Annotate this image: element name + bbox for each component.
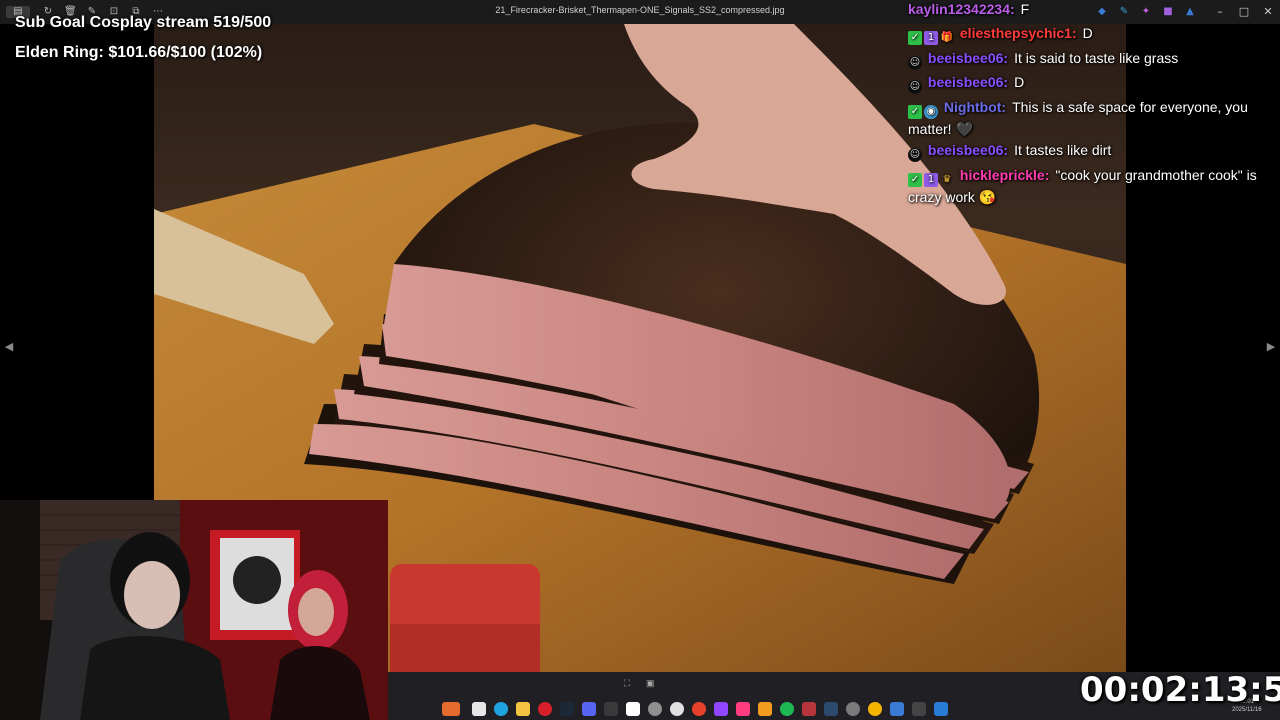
chat-message: ☺ beeisbee06: D [908, 72, 1268, 94]
chat-username: eliesthepsychic1: [959, 25, 1077, 41]
chat-text: D [1014, 74, 1025, 90]
file-icon[interactable] [472, 702, 486, 716]
settings-icon[interactable] [846, 702, 860, 716]
chat-message: ✓ 1 ♛ hickleprickle: "cook your grandmother… [908, 165, 1268, 208]
folder-icon[interactable] [516, 702, 530, 716]
avatar-badge-icon: ☺ [908, 80, 922, 94]
app-icon[interactable] [604, 702, 618, 716]
opera-icon[interactable] [538, 702, 552, 716]
chat-text: It tastes like dirt [1014, 142, 1112, 158]
steam-alt-icon[interactable] [824, 702, 838, 716]
fit-screen-icon[interactable]: ⛶ [624, 678, 634, 688]
record-icon[interactable] [692, 702, 706, 716]
subscriber-badge-icon: 1 [924, 173, 938, 187]
vip-badge-icon: ✓ [908, 31, 922, 45]
discord-icon[interactable] [582, 702, 596, 716]
gift-badge-icon: 🎁 [940, 32, 954, 43]
chat-message: kaylin12342234: F [908, 0, 1268, 20]
sub-goal-text: Sub Goal Cosplay stream 519/500 [15, 14, 272, 31]
chrome-icon[interactable] [868, 702, 882, 716]
bot-badge-icon: ◉ [924, 105, 938, 119]
chat-username: Nightbot: [943, 99, 1007, 115]
clock-icon[interactable] [670, 702, 684, 716]
slideshow-icon[interactable]: ▣ [646, 678, 656, 688]
app3-icon[interactable] [934, 702, 948, 716]
edge-icon[interactable] [494, 702, 508, 716]
vip-badge-icon: ✓ [908, 173, 922, 187]
chat-username: kaylin12342234: [908, 1, 1015, 17]
chat-message: ✓ ◉ Nightbot: This is a safe space for eve… [908, 97, 1268, 140]
crown-badge-icon: ♛ [942, 174, 952, 185]
chat-username: beeisbee06: [927, 50, 1009, 66]
avatar-badge-icon: ☺ [908, 148, 922, 162]
photos-icon[interactable] [890, 702, 904, 716]
vip-badge-icon: ✓ [908, 105, 922, 119]
steam-icon[interactable] [560, 702, 574, 716]
vlc-icon[interactable] [758, 702, 772, 716]
chat-username: hickleprickle: [959, 167, 1050, 183]
webcam-feed [0, 500, 388, 720]
viewer-title: 21_Firecracker-Brisket_Thermapen-ONE_Sig… [495, 5, 785, 15]
chat-message: ☺ beeisbee06: It tastes like dirt [908, 140, 1268, 162]
previous-image-icon[interactable]: ◀ [2, 340, 16, 356]
chat-overlay: kaylin12342234: F ✓ 1 🎁 eliesthepsychic1: D … [904, 0, 1280, 220]
game-icon[interactable] [802, 702, 816, 716]
taskview-icon[interactable] [442, 702, 460, 716]
notepad-icon[interactable] [626, 702, 640, 716]
chat-text: It is said to taste like grass [1014, 50, 1179, 66]
chat-message: ☺ beeisbee06: It is said to taste like gr… [908, 48, 1268, 70]
twitch-icon[interactable] [714, 702, 728, 716]
avatar-badge-icon: ☺ [908, 56, 922, 70]
tiktok-icon[interactable] [736, 702, 750, 716]
subscriber-badge-icon: 1 [924, 31, 938, 45]
chat-text: D [1082, 25, 1093, 41]
chat-username: beeisbee06: [927, 142, 1009, 158]
chat-username: beeisbee06: [927, 74, 1009, 90]
next-image-icon[interactable]: ▶ [1264, 340, 1278, 356]
chat-message: ✓ 1 🎁 eliesthepsychic1: D [908, 23, 1268, 45]
app2-icon[interactable] [912, 702, 926, 716]
spotify-icon[interactable] [780, 702, 794, 716]
obs-icon[interactable] [648, 702, 662, 716]
chat-text: F [1020, 1, 1030, 17]
donation-goal-text: Elden Ring: $101.66/$100 (102%) [15, 44, 263, 61]
stream-timer: 00:02:13:51 [1080, 670, 1280, 710]
